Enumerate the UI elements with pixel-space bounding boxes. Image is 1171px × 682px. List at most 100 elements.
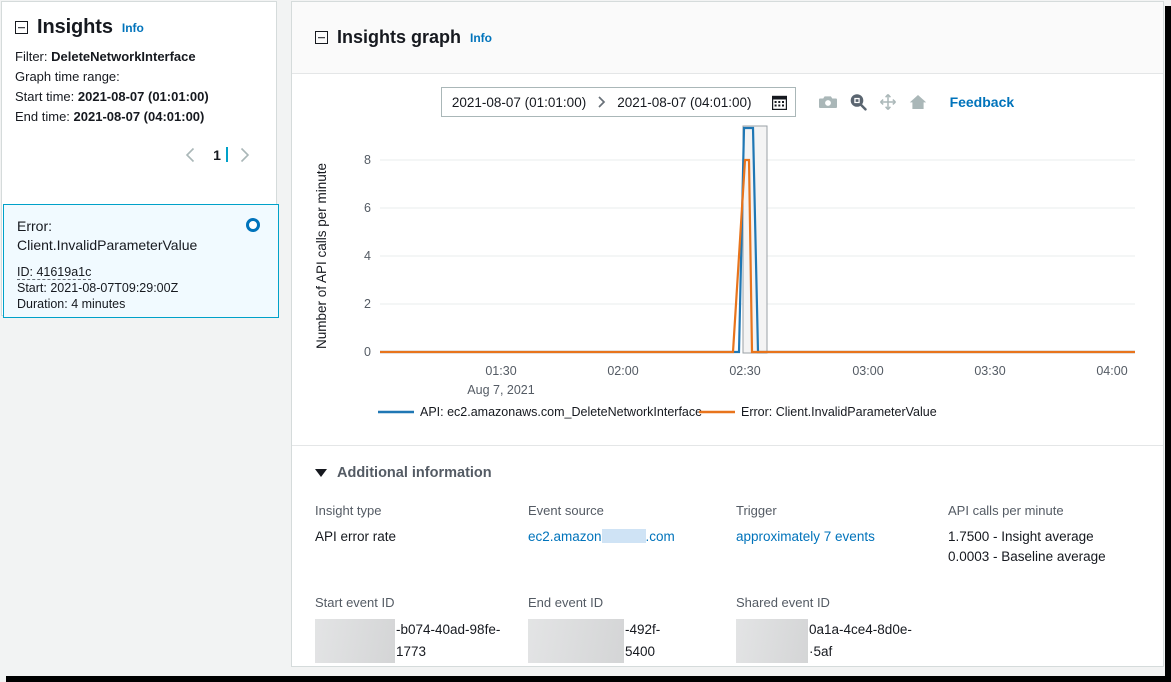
collapse-minus-icon[interactable]	[15, 21, 28, 34]
range-start-value: 2021-08-07 (01:01:00)	[451, 94, 587, 110]
field-insight-type: Insight type API error rate	[315, 503, 528, 567]
field-trigger: Trigger approximately 7 events	[736, 503, 948, 567]
additional-information-section: Additional information Insight type API …	[292, 445, 1163, 666]
svg-text:04:00: 04:00	[1096, 364, 1127, 378]
trigger-link[interactable]: approximately 7 events	[736, 529, 875, 544]
svg-text:03:30: 03:30	[974, 364, 1005, 378]
insight-card-error: Error: Client.InvalidParameterValue	[4, 205, 278, 255]
additional-information-title: Additional information	[337, 465, 492, 481]
chart-y-ticks: 8 6 4 2 0	[364, 153, 371, 359]
field-label: Trigger	[736, 503, 777, 518]
chart-legend-label-api: API: ec2.amazonaws.com_DeleteNetworkInte…	[420, 405, 702, 419]
chart-ylabel: Number of API calls per minute	[314, 163, 329, 349]
graph-time-range-label: Graph time range:	[15, 69, 120, 84]
pagination-page-1[interactable]: 1	[204, 141, 230, 169]
insight-card-radio[interactable]	[246, 218, 260, 232]
redaction-box	[528, 619, 624, 663]
triangle-down-icon[interactable]	[315, 469, 327, 477]
svg-text:02:00: 02:00	[607, 364, 638, 378]
field-shared-event-id: Shared event ID 0a1a-4ce4-8d0e- ·5af	[736, 595, 948, 663]
field-label: End event ID	[528, 595, 604, 610]
redaction-box	[601, 529, 646, 543]
end-time-label: End time:	[15, 109, 70, 124]
pan-move-icon[interactable]	[878, 92, 898, 112]
pagination: 1	[2, 127, 276, 169]
field-event-source: Event source ec2.amazon .com	[528, 503, 736, 567]
redaction-box	[736, 619, 808, 663]
event-id-line1: 0a1a-4ce4-8d0e-	[809, 622, 912, 637]
insight-card-id: ID: 41619a1c	[17, 264, 278, 280]
event-id-line2: 1773	[396, 644, 427, 659]
svg-text:03:00: 03:00	[852, 364, 883, 378]
frame-edge-right	[1165, 6, 1171, 682]
insights-panel: Insights Info Filter: DeleteNetworkInter…	[1, 1, 279, 318]
start-time-label: Start time:	[15, 89, 75, 104]
field-value: -492f- 5400	[528, 619, 736, 663]
chevron-right-icon[interactable]	[230, 141, 258, 169]
event-source-link[interactable]: ec2.amazon .com	[528, 529, 675, 544]
zoom-icon[interactable]	[848, 92, 868, 112]
field-value: API error rate	[315, 529, 397, 544]
info-link[interactable]: Info	[470, 31, 492, 45]
event-id-line1: -b074-40ad-98fe-	[396, 622, 501, 637]
field-value: 0a1a-4ce4-8d0e- ·5af	[736, 619, 948, 663]
end-time-value: 2021-08-07 (04:01:00)	[73, 109, 205, 124]
filter-value: DeleteNetworkInterface	[51, 49, 196, 64]
field-label: Start event ID	[315, 595, 395, 610]
date-range-picker[interactable]: 2021-08-07 (01:01:00) 2021-08-07 (04:01:…	[440, 87, 796, 117]
start-time-value: 2021-08-07 (01:01:00)	[77, 89, 209, 104]
field-end-event-id: End event ID -492f- 5400	[528, 595, 736, 663]
field-label: Insight type	[315, 503, 382, 518]
svg-text:01:30: 01:30	[485, 364, 516, 378]
chart-legend-label-error: Error: Client.InvalidParameterValue	[741, 405, 937, 419]
chart-svg: 8 6 4 2 0 01:30 02:00 02:30 03:00 03:30 …	[314, 125, 1135, 419]
insight-card-start: Start: 2021-08-07T09:29:00Z	[17, 281, 179, 295]
chart-x-ticks: 01:30 02:00 02:30 03:00 03:30 04:00	[485, 364, 1127, 378]
graph-tool-icons	[818, 92, 928, 112]
insight-card-id-text[interactable]: ID: 41619a1c	[17, 265, 92, 280]
svg-text:2: 2	[364, 297, 371, 311]
insights-chart: 8 6 4 2 0 01:30 02:00 02:30 03:00 03:30 …	[292, 122, 1163, 430]
svg-text:02:30: 02:30	[729, 364, 760, 378]
page-title: Insights	[37, 16, 113, 38]
range-end-value: 2021-08-07 (04:01:00)	[617, 94, 752, 110]
additional-info-row-2: Start event ID -b074-40ad-98fe- 1773 End…	[292, 567, 1163, 663]
home-icon[interactable]	[908, 92, 928, 112]
field-value-insight-average: 1.7500 - Insight average	[948, 529, 1094, 544]
graph-panel-header: Insights graph Info	[292, 2, 1163, 74]
insights-graph-panel: Insights graph Info 2021-08-07 (01:01:00…	[291, 1, 1164, 667]
filter-label: Filter:	[15, 49, 48, 64]
event-id-text: -492f- 5400	[624, 619, 736, 663]
additional-information-header[interactable]: Additional information	[292, 446, 1163, 481]
event-id-line1: -492f-	[625, 622, 661, 637]
field-label: Shared event ID	[736, 595, 830, 610]
field-start-event-id: Start event ID -b074-40ad-98fe- 1773	[315, 595, 528, 663]
event-id-text: 0a1a-4ce4-8d0e- ·5af	[808, 619, 929, 663]
event-source-suffix: .com	[645, 529, 675, 544]
field-label: Event source	[528, 503, 604, 518]
frame-edge-bottom	[6, 676, 1171, 682]
end-time-row: End time: 2021-08-07 (04:01:00)	[15, 107, 276, 127]
svg-text:6: 6	[364, 201, 371, 215]
collapse-minus-icon[interactable]	[315, 31, 328, 44]
info-link[interactable]: Info	[122, 21, 144, 35]
event-source-prefix: ec2.amazon	[528, 529, 602, 544]
insight-card-duration: Duration: 4 minutes	[17, 297, 126, 311]
insights-panel-header: Insights Info	[2, 2, 276, 39]
insight-card-error-value: Client.InvalidParameterValue	[17, 237, 198, 253]
graph-panel-title: Insights graph	[337, 27, 462, 47]
camera-icon[interactable]	[818, 92, 838, 112]
chevron-left-icon[interactable]	[176, 141, 204, 169]
insight-card[interactable]: Error: Client.InvalidParameterValue ID: …	[3, 204, 279, 318]
field-value: approximately 7 events	[736, 527, 948, 547]
svg-text:0: 0	[364, 345, 371, 359]
event-id-text: -b074-40ad-98fe- 1773	[395, 619, 516, 663]
field-value-baseline-average: 0.0003 - Baseline average	[948, 549, 1106, 564]
calendar-icon[interactable]	[771, 95, 787, 110]
field-api-calls-per-minute: API calls per minute 1.7500 - Insight av…	[948, 503, 1148, 567]
page-root: Insights Info Filter: DeleteNetworkInter…	[0, 0, 1165, 676]
insight-card-meta: ID: 41619a1c Start: 2021-08-07T09:29:00Z…	[4, 255, 278, 312]
insight-card-error-label: Error:	[17, 218, 52, 234]
insights-meta-list: Filter: DeleteNetworkInterface Graph tim…	[2, 39, 276, 127]
feedback-link[interactable]: Feedback	[950, 94, 1015, 110]
